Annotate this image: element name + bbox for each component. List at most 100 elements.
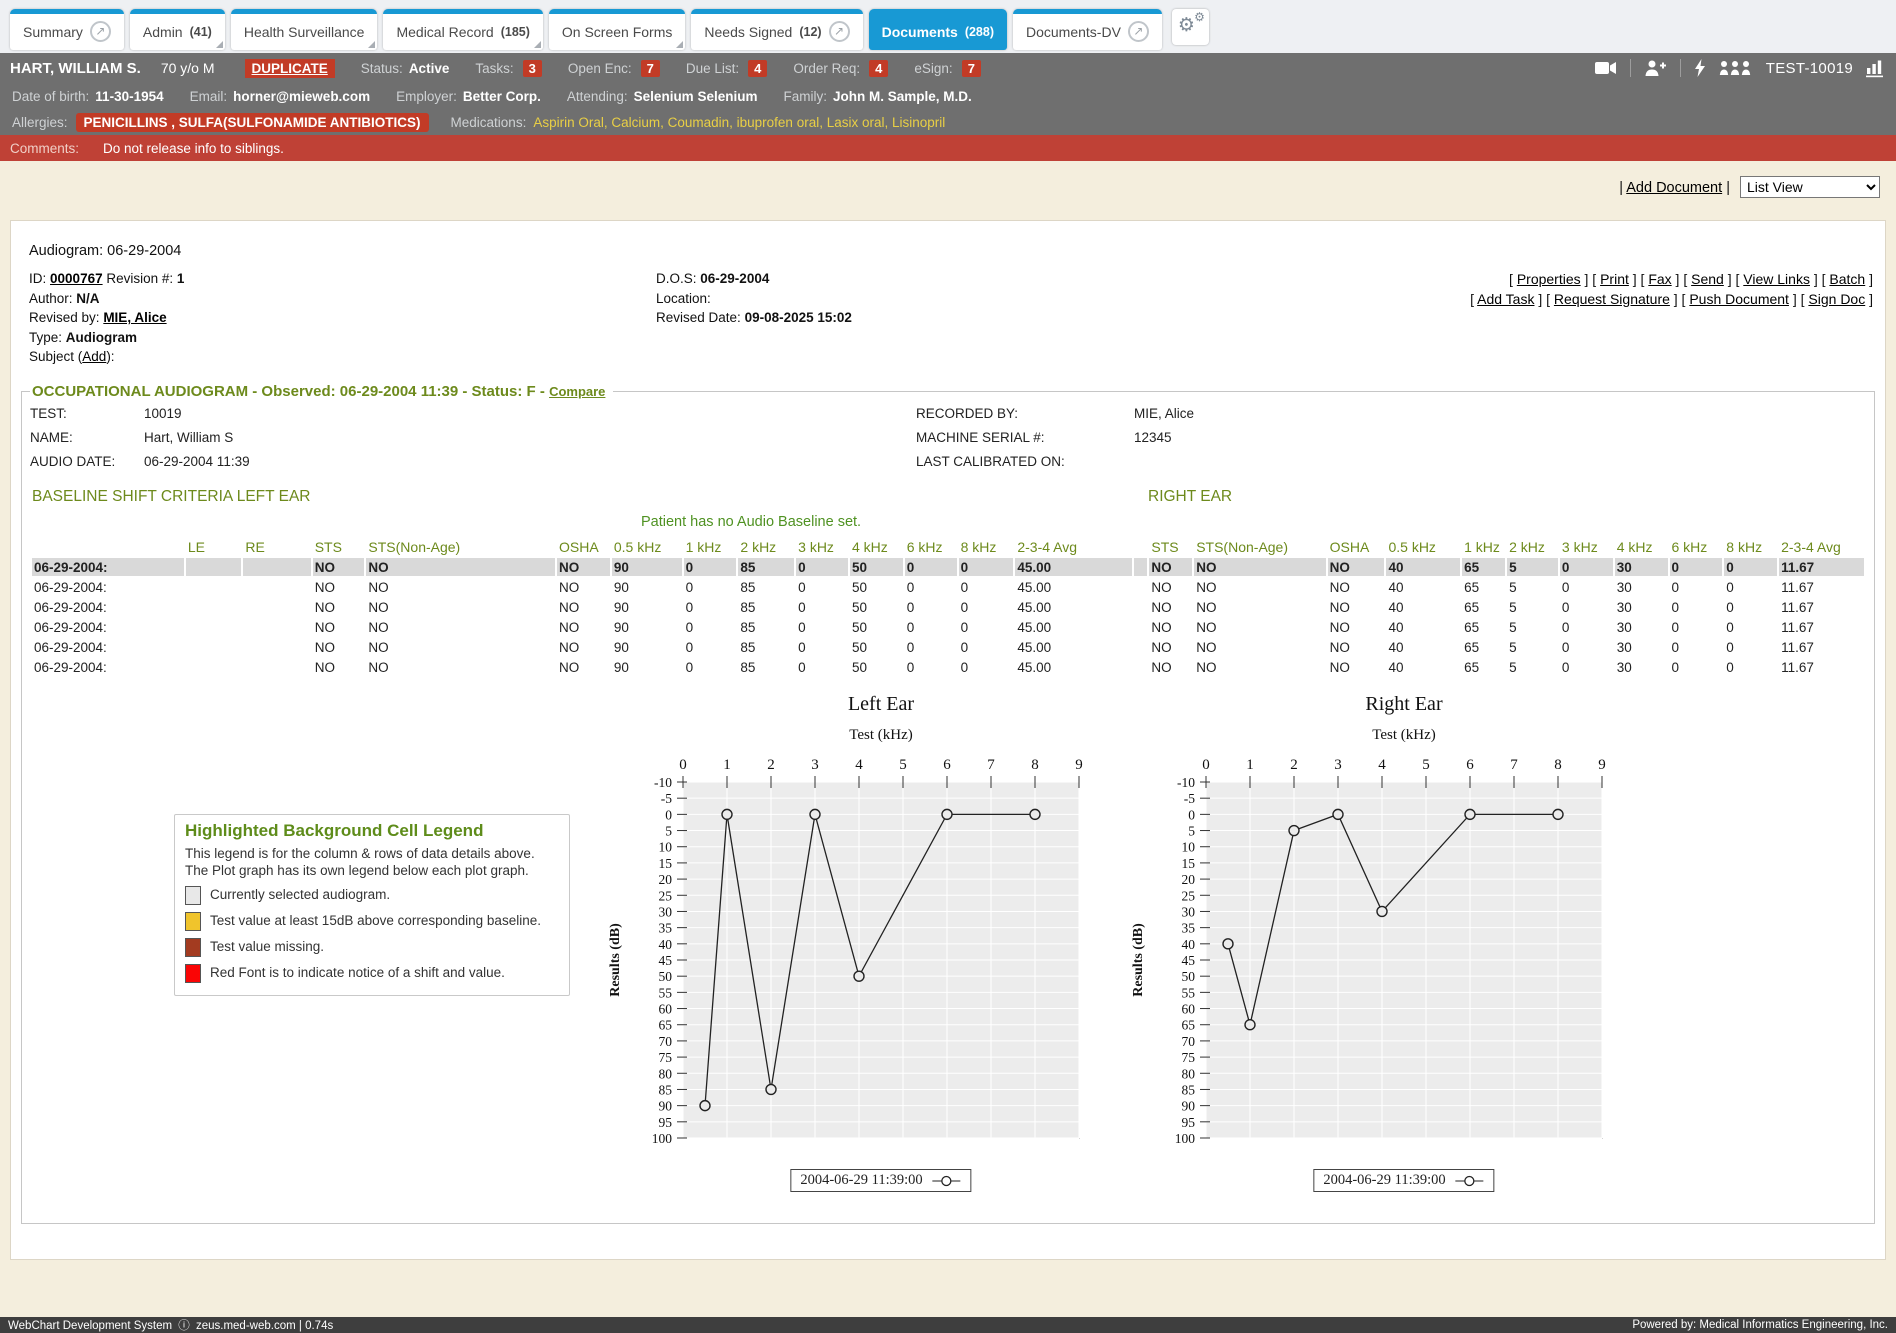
- cell: 85: [738, 598, 794, 616]
- doc-link-batch[interactable]: Batch: [1829, 271, 1865, 287]
- cell: 0: [959, 638, 1014, 656]
- cell: 0: [1724, 578, 1777, 596]
- svg-text:80: 80: [659, 1066, 673, 1081]
- svg-text:0: 0: [1188, 807, 1195, 822]
- chart-stats-icon[interactable]: [1866, 59, 1886, 78]
- svg-text:95: 95: [1182, 1115, 1196, 1130]
- view-mode-select[interactable]: List View: [1740, 176, 1880, 198]
- cell: 40: [1386, 598, 1460, 616]
- svg-text:75: 75: [659, 1050, 673, 1065]
- cell: [186, 578, 241, 596]
- info-icon[interactable]: ⓘ: [178, 1318, 190, 1332]
- counter-badge[interactable]: 4: [869, 60, 888, 77]
- care-team-icon[interactable]: [1719, 60, 1753, 76]
- doc-link-send[interactable]: Send: [1691, 271, 1724, 287]
- data-point: [1377, 906, 1387, 916]
- cell: 0: [684, 618, 737, 636]
- data-point: [1223, 939, 1233, 949]
- chart-y-axis-label: Results (dB): [608, 923, 623, 997]
- allergies-badge[interactable]: PENICILLINS , SULFA(SULFONAMIDE ANTIBIOT…: [76, 113, 429, 132]
- counter-badge[interactable]: 7: [962, 60, 981, 77]
- column-header: 6 kHz: [1670, 538, 1723, 556]
- cell: 5: [1507, 598, 1558, 616]
- row-date: 06-29-2004:: [32, 638, 184, 656]
- cell: NO: [1328, 618, 1385, 636]
- doc-link-add-task[interactable]: Add Task: [1477, 291, 1534, 307]
- patient-age-sex: 70 y/o M: [161, 60, 215, 76]
- cell: NO: [1149, 578, 1192, 596]
- subject-add-link[interactable]: Add: [82, 349, 106, 364]
- cell: 50: [850, 578, 903, 596]
- revised-by-link[interactable]: MIE, Alice: [103, 310, 166, 325]
- duplicate-badge[interactable]: DUPLICATE: [245, 59, 335, 78]
- tab-documents[interactable]: Documents(288): [869, 9, 1007, 50]
- doc-link-sign-doc[interactable]: Sign Doc: [1808, 291, 1865, 307]
- svg-text:85: 85: [1182, 1082, 1196, 1097]
- cell: 50: [850, 658, 903, 676]
- medications-list[interactable]: Aspirin Oral, Calcium, Coumadin, ibuprof…: [533, 115, 945, 130]
- chart-x-axis-label: Test (kHz): [849, 727, 913, 743]
- counter-badge[interactable]: 7: [641, 60, 660, 77]
- tab-count: (41): [190, 25, 212, 39]
- svg-text:6: 6: [943, 757, 951, 773]
- patient-header: HART, WILLIAM S. 70 y/o M DUPLICATE Stat…: [0, 53, 1896, 135]
- cell: 85: [738, 638, 794, 656]
- doc-link-push-document[interactable]: Push Document: [1689, 291, 1789, 307]
- doc-link-print[interactable]: Print: [1600, 271, 1629, 287]
- table-row[interactable]: 06-29-2004:NONONO900850500045.00NONONO40…: [32, 598, 1864, 616]
- table-row[interactable]: 06-29-2004:NONONO900850500045.00NONONO40…: [32, 618, 1864, 636]
- row-date: 06-29-2004:: [32, 598, 184, 616]
- cell: 30: [1615, 578, 1668, 596]
- doc-link-properties[interactable]: Properties: [1517, 271, 1581, 287]
- cell: NO: [1194, 558, 1325, 576]
- cell: 0: [684, 578, 737, 596]
- tab-needs-signed[interactable]: Needs Signed(12)↗: [691, 9, 862, 50]
- doc-link-request-signature[interactable]: Request Signature: [1554, 291, 1670, 307]
- table-row[interactable]: 06-29-2004:NONONO900850500045.00NONONO40…: [32, 578, 1864, 596]
- document-id-link[interactable]: 0000767: [50, 271, 103, 286]
- tab-summary[interactable]: Summary↗: [10, 9, 124, 50]
- tab-on-screen-forms[interactable]: On Screen Forms: [549, 9, 685, 50]
- detail-value: 11-30-1954: [95, 89, 163, 104]
- column-header: OSHA: [1328, 538, 1385, 556]
- cell: NO: [1194, 598, 1325, 616]
- video-call-icon[interactable]: [1595, 60, 1617, 76]
- cell: [243, 558, 310, 576]
- counter-badge[interactable]: 3: [523, 60, 542, 77]
- tab-health-surveillance[interactable]: Health Surveillance: [231, 9, 378, 50]
- add-document-link[interactable]: Add Document: [1626, 180, 1722, 196]
- add-person-icon[interactable]: [1644, 59, 1667, 77]
- cell: 0: [1560, 658, 1613, 676]
- cell: NO: [313, 598, 365, 616]
- table-row[interactable]: 06-29-2004:NONONO900850500045.00NONONO40…: [32, 638, 1864, 656]
- svg-text:0: 0: [679, 757, 687, 773]
- svg-text:8: 8: [1031, 757, 1039, 773]
- cell: [243, 598, 310, 616]
- compare-link[interactable]: Compare: [549, 384, 605, 399]
- svg-text:5: 5: [899, 757, 907, 773]
- tab-admin[interactable]: Admin(41): [130, 9, 225, 50]
- info-label: TEST:: [30, 402, 144, 426]
- svg-text:45: 45: [1182, 953, 1196, 968]
- doc-link-fax[interactable]: Fax: [1648, 271, 1671, 287]
- data-point: [1245, 1020, 1255, 1030]
- tab-medical-record[interactable]: Medical Record(185): [383, 9, 542, 50]
- chart-series-legend: 2004-06-29 11:39:00: [1313, 1169, 1494, 1192]
- document-action-links: [ Properties ] [ Print ] [ Fax ] [ Send …: [1470, 269, 1873, 309]
- detail-value: Better Corp.: [463, 89, 541, 104]
- lightning-icon[interactable]: [1694, 59, 1706, 77]
- table-row[interactable]: 06-29-2004:NONONO900850500045.00NONONO40…: [32, 658, 1864, 676]
- data-point: [810, 809, 820, 819]
- column-header: 8 kHz: [1724, 538, 1777, 556]
- counter-badge[interactable]: 4: [748, 60, 767, 77]
- cell: NO: [1328, 598, 1385, 616]
- settings-gear-button[interactable]: ⚙ ⚙: [1172, 9, 1209, 45]
- tab-documents-dv[interactable]: Documents-DV↗: [1013, 9, 1162, 50]
- table-row[interactable]: 06-29-2004:NONONO900850500045.00NONONO40…: [32, 558, 1864, 576]
- cell: 40: [1386, 558, 1460, 576]
- doc-link-view-links[interactable]: View Links: [1743, 271, 1810, 287]
- detail-label: Family:: [783, 89, 827, 104]
- chart-title: Right Ear: [1365, 693, 1443, 715]
- row-date: 06-29-2004:: [32, 658, 184, 676]
- cell: 65: [1462, 638, 1505, 656]
